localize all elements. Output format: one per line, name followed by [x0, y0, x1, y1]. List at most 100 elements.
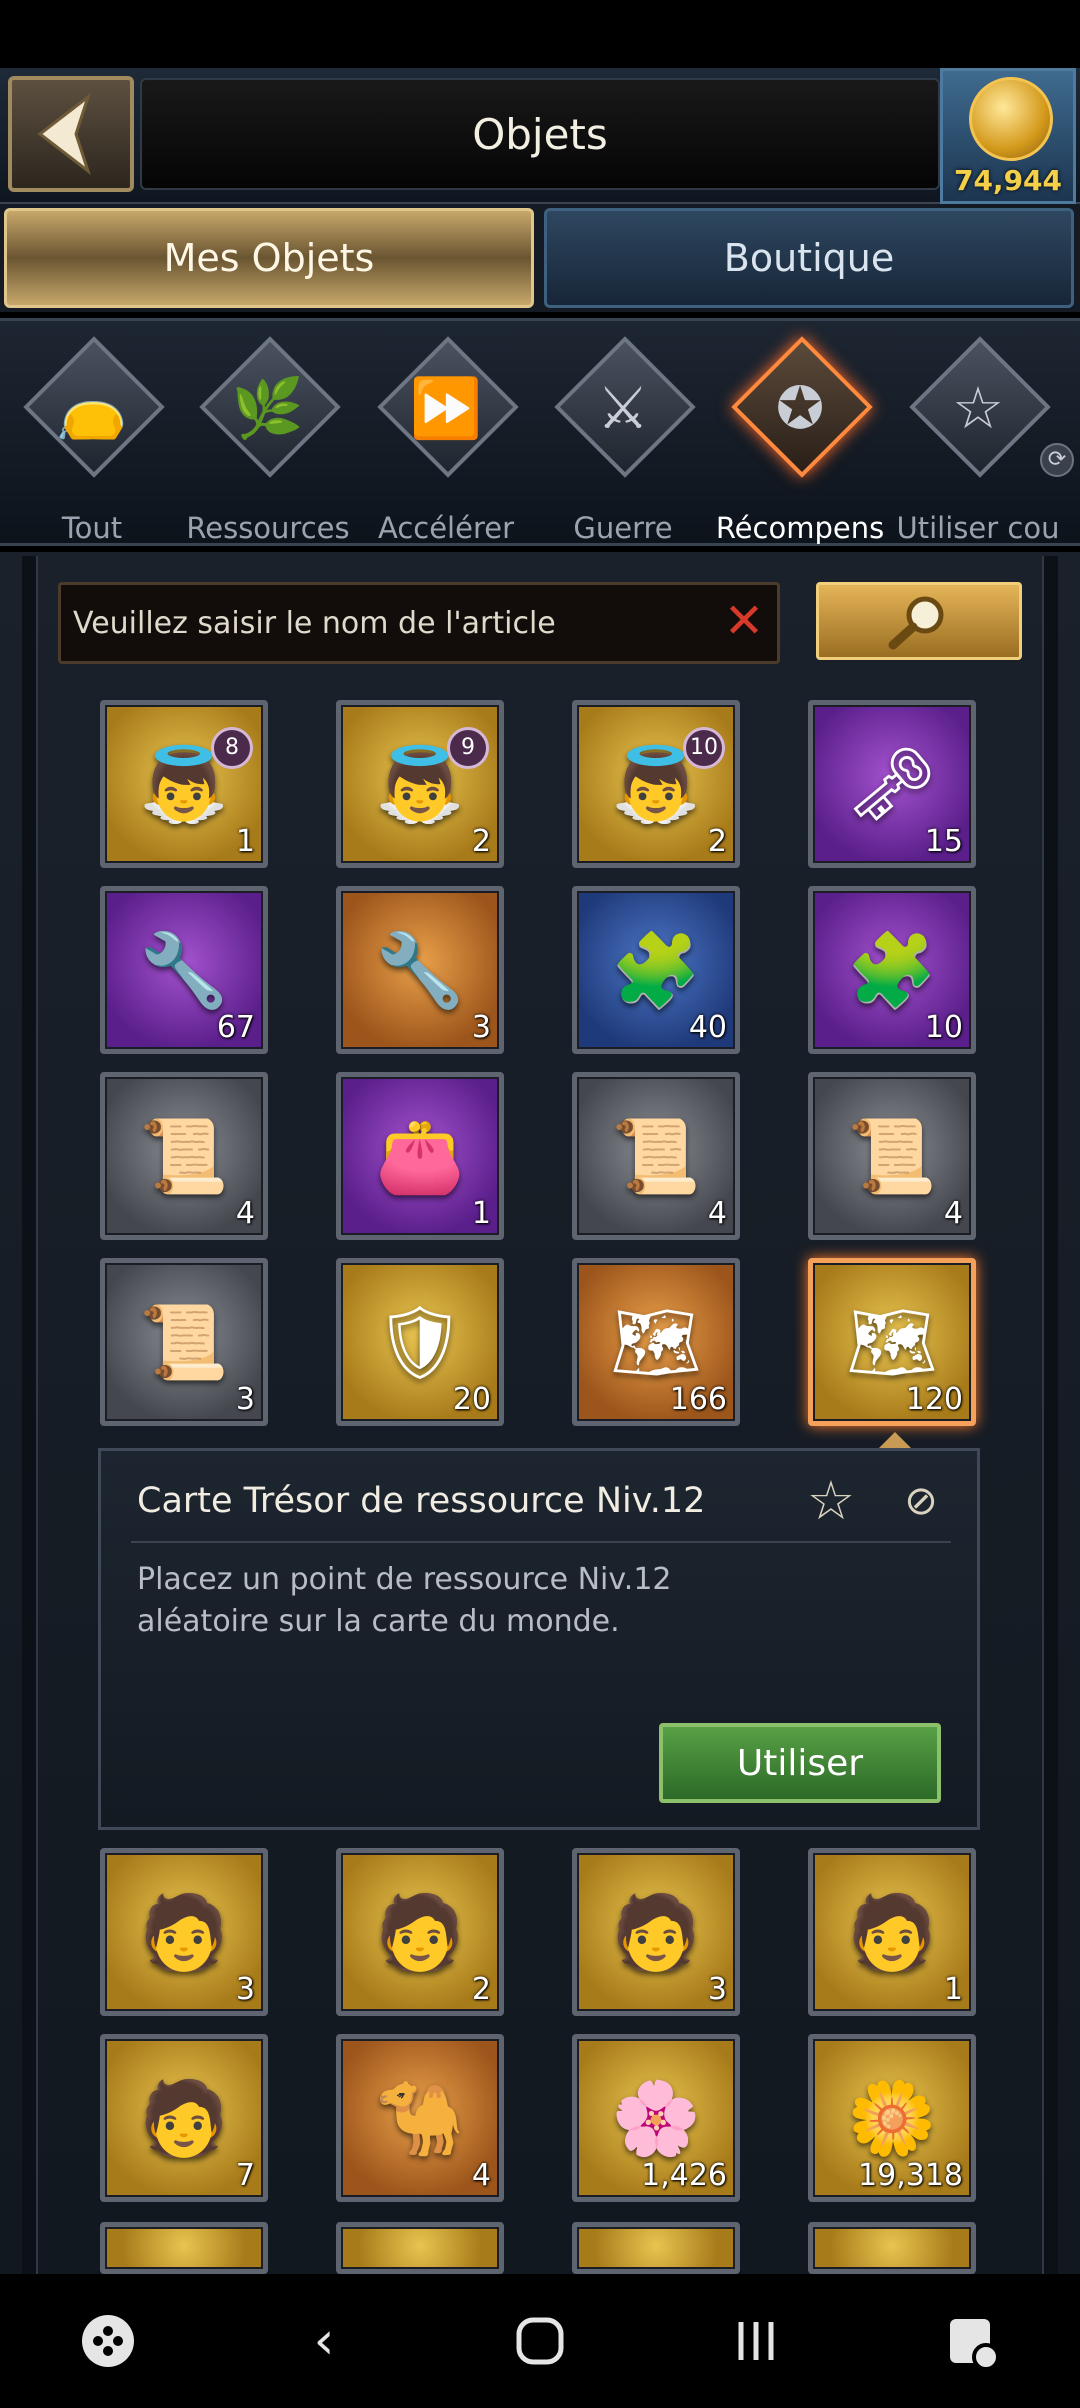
- item-slot[interactable]: 🧑 2: [336, 1848, 504, 2016]
- screen-lock-icon[interactable]: [927, 2296, 1017, 2386]
- gold-amount: 74,944: [953, 164, 1063, 197]
- status-bar: [0, 0, 1080, 68]
- back-arrow-icon: [37, 92, 91, 176]
- bag-icon: 👝: [55, 373, 129, 442]
- page-title: Objets: [472, 109, 608, 159]
- star-badge-icon: ✪: [775, 374, 825, 442]
- item-slot[interactable]: 📜 4: [808, 1072, 976, 1240]
- level-badge: 8: [211, 727, 253, 769]
- item-quantity: 3: [235, 1972, 255, 2007]
- category-label: Ressources: [186, 511, 350, 545]
- hide-eye-icon[interactable]: ⊘: [891, 1471, 951, 1531]
- item-slot[interactable]: 👛 1: [336, 1072, 504, 1240]
- category-label: Récompens: [715, 511, 885, 545]
- leaf-icon: 🌿: [231, 373, 305, 442]
- item-quantity: 1: [471, 1196, 491, 1231]
- item-quantity: 4: [471, 2158, 491, 2193]
- item-quantity: 1: [943, 1972, 963, 2007]
- search-button[interactable]: [816, 582, 1022, 660]
- item-quantity: 40: [688, 1010, 727, 1045]
- item-quantity: 2: [471, 824, 491, 859]
- gold-coin-icon: [969, 77, 1053, 161]
- gold-currency[interactable]: 74,944: [940, 68, 1076, 204]
- item-slot[interactable]: 📜 4: [572, 1072, 740, 1240]
- panel-frame-right: [1042, 556, 1058, 2276]
- tab-my-items[interactable]: Mes Objets: [4, 208, 534, 308]
- item-slot[interactable]: 🐪 4: [336, 2034, 504, 2202]
- item-slot[interactable]: [808, 2222, 976, 2274]
- game-launcher-icon[interactable]: [63, 2296, 153, 2386]
- category-label: Accélérer: [377, 511, 514, 545]
- item-slot[interactable]: 🗝 15: [808, 700, 976, 868]
- use-button[interactable]: Utiliser: [659, 1723, 941, 1803]
- level-badge: 9: [447, 727, 489, 769]
- item-slot[interactable]: 🛡 20: [336, 1258, 504, 1426]
- tab-shop[interactable]: Boutique: [544, 208, 1074, 308]
- nav-home-icon[interactable]: [495, 2296, 585, 2386]
- system-nav-bar: ‹: [0, 2274, 1080, 2408]
- category-resources[interactable]: 🌿 Ressources: [180, 336, 356, 545]
- category-war[interactable]: ⚔ Guerre: [535, 336, 711, 545]
- item-slot[interactable]: 🧩 10: [808, 886, 976, 1054]
- item-quantity: 120: [905, 1382, 963, 1417]
- item-slot[interactable]: 📜 4: [100, 1072, 268, 1240]
- item-detail-description: Placez un point de ressource Niv.12 aléa…: [137, 1562, 672, 1639]
- favorite-star-icon[interactable]: ☆: [801, 1471, 861, 1531]
- nav-back-icon[interactable]: ‹: [279, 2296, 369, 2386]
- item-slot[interactable]: [336, 2222, 504, 2274]
- item-quantity: 4: [707, 1196, 727, 1231]
- category-label: Tout: [61, 511, 123, 545]
- item-slot[interactable]: 🌼 19,318: [808, 2034, 976, 2202]
- title-bar: Objets: [140, 78, 940, 190]
- item-quantity: 19,318: [858, 2158, 963, 2193]
- item-quantity: 4: [235, 1196, 255, 1231]
- item-quantity: 20: [452, 1382, 491, 1417]
- item-slot[interactable]: 🔧 67: [100, 886, 268, 1054]
- item-quantity: 2: [707, 824, 727, 859]
- item-quantity: 67: [216, 1010, 255, 1045]
- item-detail-title: Carte Trésor de ressource Niv.12: [137, 1481, 706, 1521]
- clear-icon[interactable]: ✕: [718, 596, 770, 648]
- level-badge: 10: [683, 727, 725, 769]
- item-slot[interactable]: 🗺 166: [572, 1258, 740, 1426]
- star-outline-icon: ☆: [952, 374, 1004, 442]
- panel-frame-left: [22, 556, 38, 2276]
- item-slot[interactable]: 🧩 40: [572, 886, 740, 1054]
- header: Objets 74,944: [0, 68, 1080, 204]
- item-quantity: 10: [924, 1010, 963, 1045]
- item-slot[interactable]: 👼 8 1: [100, 700, 268, 868]
- item-slot[interactable]: 🔧 3: [336, 886, 504, 1054]
- back-button[interactable]: [8, 76, 134, 192]
- item-slot[interactable]: [572, 2222, 740, 2274]
- refresh-icon[interactable]: ⟳: [1040, 443, 1074, 477]
- category-label: Guerre: [573, 511, 673, 545]
- divider: [131, 1541, 951, 1543]
- category-rewards[interactable]: ✪ Récompens: [712, 336, 888, 545]
- item-quantity: 2: [471, 1972, 491, 2007]
- item-slot[interactable]: 🧑 7: [100, 2034, 268, 2202]
- item-quantity: 7: [235, 2158, 255, 2193]
- item-quantity: 3: [471, 1010, 491, 1045]
- item-quantity: 166: [669, 1382, 727, 1417]
- item-slot[interactable]: 📜 3: [100, 1258, 268, 1426]
- item-quantity: 4: [943, 1196, 963, 1231]
- search-input[interactable]: Veuillez saisir le nom de l'article: [58, 582, 780, 664]
- category-all[interactable]: 👝 Tout: [4, 336, 180, 545]
- item-slot[interactable]: 🧑 3: [100, 1848, 268, 2016]
- item-detail-panel: Carte Trésor de ressource Niv.12 ☆ ⊘ Pla…: [98, 1448, 980, 1830]
- category-speedup[interactable]: ⏩ Accélérer: [358, 336, 534, 545]
- item-quantity: 1,426: [641, 2158, 727, 2193]
- magnifier-icon: [888, 596, 944, 650]
- tab-bar: Mes Objets Boutique: [0, 204, 1080, 312]
- item-slot[interactable]: 🧑 1: [808, 1848, 976, 2016]
- item-slot[interactable]: 👼 9 2: [336, 700, 504, 868]
- fast-forward-icon: ⏩: [409, 373, 483, 442]
- item-slot[interactable]: [100, 2222, 268, 2274]
- category-use-often[interactable]: ☆ Utiliser cou: [890, 336, 1066, 545]
- item-slot[interactable]: 🌸 1,426: [572, 2034, 740, 2202]
- crossed-swords-icon: ⚔: [597, 374, 649, 442]
- item-slot[interactable]: 🗺 120: [808, 1258, 976, 1426]
- item-slot[interactable]: 🧑 3: [572, 1848, 740, 2016]
- item-slot[interactable]: 👼 10 2: [572, 700, 740, 868]
- nav-recents-icon[interactable]: [711, 2296, 801, 2386]
